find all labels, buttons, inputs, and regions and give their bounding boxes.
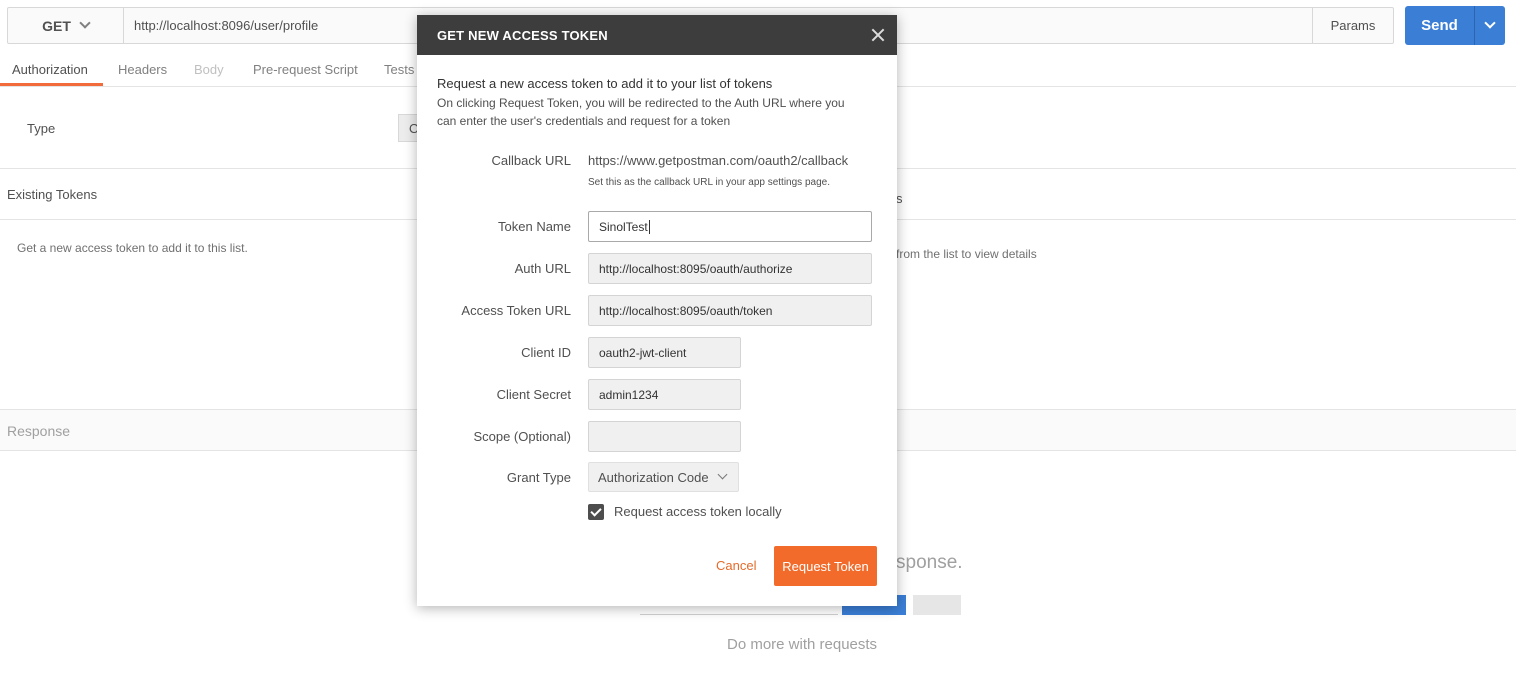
cancel-button[interactable]: Cancel bbox=[716, 558, 756, 573]
token-name-value: SinolTest bbox=[599, 219, 648, 234]
token-name-label: Token Name bbox=[498, 219, 571, 234]
access-token-url-input[interactable]: http://localhost:8095/oauth/token bbox=[588, 295, 872, 326]
modal-body: Request a new access token to add it to … bbox=[417, 55, 897, 606]
grant-type-select[interactable]: Authorization Code bbox=[588, 462, 739, 492]
auth-url-input[interactable]: http://localhost:8095/oauth/authorize bbox=[588, 253, 872, 284]
callback-url-label: Callback URL bbox=[491, 153, 571, 168]
token-name-input[interactable]: SinolTest bbox=[588, 211, 872, 242]
scope-label: Scope (Optional) bbox=[473, 429, 571, 444]
client-secret-label: Client Secret bbox=[496, 387, 571, 402]
auth-url-value: http://localhost:8095/oauth/authorize bbox=[599, 261, 793, 276]
modal-title: GET NEW ACCESS TOKEN bbox=[437, 27, 608, 43]
get-new-access-token-modal: GET NEW ACCESS TOKEN Request a new acces… bbox=[417, 15, 897, 606]
callback-url-hint: Set this as the callback URL in your app… bbox=[588, 177, 830, 188]
client-secret-input[interactable]: admin1234 bbox=[588, 379, 741, 410]
grant-type-label: Grant Type bbox=[506, 470, 571, 485]
access-token-url-label: Access Token URL bbox=[461, 303, 571, 318]
request-locally-label[interactable]: Request access token locally bbox=[614, 504, 782, 519]
client-id-label: Client ID bbox=[521, 345, 571, 360]
chevron-down-icon bbox=[717, 469, 728, 480]
client-id-input[interactable]: oauth2-jwt-client bbox=[588, 337, 741, 368]
intro-title: Request a new access token to add it to … bbox=[437, 76, 773, 91]
request-token-button[interactable]: Request Token bbox=[774, 546, 877, 586]
intro-description: On clicking Request Token, you will be r… bbox=[437, 96, 845, 128]
request-locally-checkbox[interactable] bbox=[588, 504, 604, 520]
auth-url-label: Auth URL bbox=[514, 261, 571, 276]
close-icon[interactable] bbox=[871, 28, 885, 42]
scope-input[interactable] bbox=[588, 421, 741, 452]
callback-url-value: https://www.getpostman.com/oauth2/callba… bbox=[588, 153, 849, 168]
client-secret-value: admin1234 bbox=[599, 387, 659, 402]
grant-type-value: Authorization Code bbox=[598, 469, 709, 485]
access-token-url-value: http://localhost:8095/oauth/token bbox=[599, 303, 773, 318]
text-caret bbox=[648, 219, 650, 234]
client-id-value: oauth2-jwt-client bbox=[599, 345, 687, 360]
modal-header: GET NEW ACCESS TOKEN bbox=[417, 15, 897, 55]
